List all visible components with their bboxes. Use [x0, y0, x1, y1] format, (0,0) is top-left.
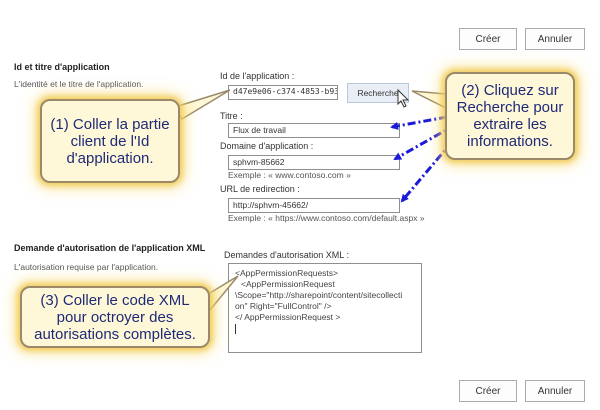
callout-one-line: client de l'Id: [70, 132, 150, 150]
xml-line: \Scope="http://sharepoint/content/siteco…: [235, 290, 403, 300]
callout-paste-xml: (3) Coller le code XML pour octroyer des…: [20, 286, 210, 348]
arrow-to-title: [390, 115, 448, 130]
callout-three-line: autorisations complètes.: [34, 325, 196, 343]
create-button-top[interactable]: Créer: [459, 28, 517, 50]
domain-hint: Exemple : « www.contoso.com »: [228, 170, 351, 180]
xml-line: <AppPermissionRequest: [241, 279, 335, 289]
section-title-permissions: Demande d'autorisation de l'application …: [14, 243, 206, 253]
domain-input[interactable]: sphvm-85662: [228, 155, 400, 170]
permissions-textarea[interactable]: <AppPermissionRequests> <AppPermissionRe…: [228, 263, 422, 353]
search-button[interactable]: Recherche: [347, 83, 409, 103]
callout-one-line: d'application.: [66, 149, 154, 167]
xml-line: </ AppPermissionRequest >: [235, 312, 341, 322]
callout-paste-client-id: (1) Coller la partie client de l'Id d'ap…: [40, 99, 180, 183]
app-id-input[interactable]: d47e9e06-c374-4853-b93b-: [228, 85, 338, 100]
permissions-label: Demandes d'autorisation XML :: [224, 250, 349, 260]
section-title-app-id: Id et titre d'application: [14, 62, 110, 72]
cancel-button-top[interactable]: Annuler: [525, 28, 585, 50]
callout-three-line: (3) Coller le code XML: [40, 291, 190, 309]
redirect-label: URL de redirection :: [220, 184, 300, 194]
app-id-label: Id de l'application :: [220, 71, 295, 81]
create-button-bottom[interactable]: Créer: [459, 380, 517, 402]
callout-two-line: informations.: [467, 133, 553, 150]
xml-line: on" Right="FullControl" />: [235, 301, 332, 311]
title-label: Titre :: [220, 111, 243, 121]
section-desc-app-id: L'identité et le titre de l'application.: [14, 79, 144, 89]
callout-one-line: (1) Coller la partie: [50, 115, 170, 133]
callout-two-line: (2) Cliquez sur: [461, 82, 559, 99]
callout-two-line: Recherche pour: [456, 99, 564, 116]
xml-line: <AppPermissionRequests>: [235, 268, 339, 278]
callout-two-line: extraire les: [473, 116, 547, 133]
callout-click-search: (2) Cliquez sur Recherche pour extraire …: [445, 72, 575, 160]
callout-three-line: pour octroyer des: [56, 308, 174, 326]
redirect-input[interactable]: http://sphvm-45662/: [228, 198, 400, 213]
domain-label: Domaine d'application :: [220, 141, 314, 151]
redirect-hint: Exemple : « https://www.contoso.com/defa…: [228, 213, 425, 223]
callout-two-pointer: [411, 90, 447, 110]
cancel-button-bottom[interactable]: Annuler: [525, 380, 585, 402]
text-cursor: [235, 324, 236, 334]
section-desc-permissions: L'autorisation requise par l'application…: [14, 262, 159, 272]
title-input[interactable]: Flux de travail: [228, 123, 400, 138]
